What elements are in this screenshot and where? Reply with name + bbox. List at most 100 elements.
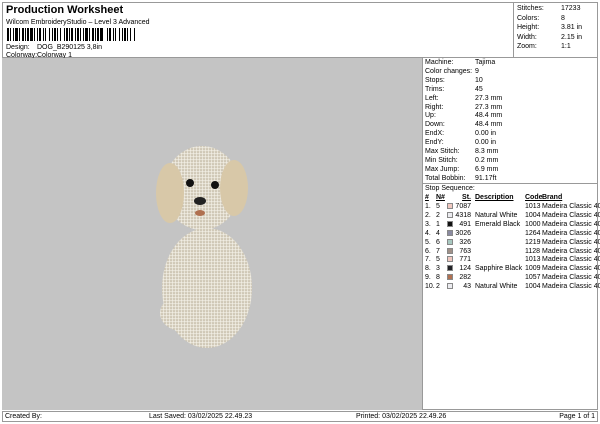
table-row: 9. 8 282 1057 Madeira Classic 40: [425, 274, 600, 283]
barcode-bar: [7, 28, 9, 41]
barcode-bar: [130, 28, 131, 41]
col-st: 43: [463, 283, 471, 291]
dog-embroidery-image: [156, 146, 252, 348]
page-title: Production Worksheet: [6, 4, 124, 16]
color-swatch: [447, 211, 453, 218]
col-st: 4318: [455, 211, 471, 219]
col-st: 3026: [455, 229, 471, 237]
property-value: 0.00 in: [475, 139, 497, 147]
col-st: St.: [462, 194, 471, 201]
barcode-bar: [89, 28, 90, 41]
table-row: 6. 7 763 1128 Madeira Classic 40: [425, 247, 600, 257]
property-row: Up: 48.4 mm: [425, 112, 502, 119]
properties-panel: Machine: Tajima Color changes: 9 Stops: 10 Tri…: [422, 58, 600, 410]
stat-row: Stitches: 17233: [517, 5, 597, 12]
property-label: Down:: [425, 121, 445, 129]
col-code: 1013: [525, 256, 541, 264]
last-saved: Last Saved: 03/02/2025 22.49.23: [149, 413, 253, 420]
col-num: 1.: [425, 203, 431, 210]
barcode-bar: [107, 28, 108, 41]
col-brand: Madeira Classic 40: [542, 229, 600, 237]
barcode-bar: [83, 28, 84, 41]
stop-sequence-title: Stop Sequence:: [425, 185, 475, 192]
col-brand: Madeira Classic 40: [542, 283, 600, 291]
property-value: 45: [475, 85, 483, 93]
color-swatch: [447, 283, 453, 290]
property-label: Max Stitch:: [425, 148, 460, 155]
col-code: 1004: [525, 283, 541, 291]
barcode-bar: [49, 28, 50, 41]
design-name: DOG_B290125 3,8in: [37, 44, 102, 51]
stat-value: 1:1: [561, 43, 571, 50]
barcode-bar: [25, 28, 26, 41]
property-row: Max Jump: 6.9 mm: [425, 166, 498, 173]
property-value: 8.3 mm: [475, 148, 499, 155]
barcode-bar: [97, 28, 99, 41]
barcode-bar: [19, 28, 20, 41]
barcode-bar: [92, 28, 94, 41]
property-value: 10: [475, 76, 483, 84]
barcode-bar: [80, 28, 81, 41]
col-st: 282: [459, 274, 471, 282]
col-st: 491: [459, 220, 471, 228]
table-row: 3. 1 491 Emerald Black 1000 Madeira Classic 4…: [425, 220, 600, 230]
property-label: Up:: [425, 112, 436, 120]
col-code: 1264: [525, 229, 541, 237]
property-label: Machine:: [425, 59, 454, 66]
col-n: 6: [436, 238, 440, 246]
barcode-bar: [66, 28, 68, 41]
table-row: 8. 3 124 Sapphire Black 1009 Madeira Classic …: [425, 265, 600, 274]
barcode-bar: [64, 28, 65, 41]
col-n: 8: [436, 274, 440, 282]
property-value: 6.9 mm: [475, 165, 499, 173]
col-num: 6.: [425, 247, 431, 255]
property-row: Machine: Tajima: [425, 59, 495, 66]
subtitle: Wilcom EmbroideryStudio – Level 3 Advanc…: [6, 19, 150, 26]
col-num: 2.: [425, 211, 431, 219]
stat-row: Colors: 8: [517, 15, 597, 22]
barcode-bar: [52, 28, 53, 41]
col-n: 4: [436, 229, 440, 237]
color-swatch: [447, 265, 453, 272]
printed: Printed: 03/02/2025 22.49.26: [356, 413, 447, 420]
col-code: 1009: [525, 265, 541, 273]
property-row: Down: 48.4 mm: [425, 121, 502, 128]
property-value: 9: [475, 67, 479, 75]
table-row: 7. 5 771 1013 Madeira Classic 40: [425, 256, 600, 265]
table-row: 4. 4 3026 1264 Madeira Classic 40: [425, 229, 600, 239]
col-desc: Natural White: [475, 211, 518, 219]
property-value: Tajima: [475, 59, 496, 66]
barcode-bar: [43, 28, 44, 41]
col-st: 763: [459, 247, 471, 255]
page-number: Page 1 of 1: [559, 413, 595, 420]
stat-label: Stitches:: [517, 5, 544, 12]
col-brand: Madeira Classic 40: [542, 256, 600, 264]
barcode-bar: [100, 28, 103, 41]
stop-sequence: Stop Sequence: # N# St. Description Code Bran…: [423, 183, 600, 290]
color-swatch: [447, 256, 453, 263]
property-label: Min Stitch:: [425, 156, 458, 164]
barcode-bar: [95, 28, 96, 41]
col-st: 124: [459, 265, 471, 273]
col-brand: Brand: [542, 194, 563, 201]
barcode-bar: [115, 28, 116, 41]
property-row: EndY: 0.00 in: [425, 139, 496, 146]
barcode-bar: [71, 28, 73, 41]
col-st: 326: [459, 238, 471, 246]
barcode-bar: [22, 28, 24, 41]
stat-row: Zoom: 1:1: [517, 43, 597, 50]
design-label: Design:: [6, 44, 30, 51]
barcode-bar: [13, 28, 14, 41]
table-header: # N# St. Description Code Brand: [425, 194, 597, 203]
table-row: 5. 6 326 1219 Madeira Classic 40: [425, 238, 600, 248]
barcode-bar: [113, 28, 114, 41]
header: Production Worksheet Wilcom EmbroiderySt…: [2, 2, 514, 59]
stat-value: 2.15 in: [561, 33, 583, 41]
col-desc: Natural White: [475, 283, 518, 291]
col-num: 5.: [425, 238, 431, 246]
color-swatch: [447, 203, 453, 209]
property-label: Max Jump:: [425, 165, 460, 173]
property-value: 48.4 mm: [475, 121, 503, 129]
col-num: 3.: [425, 220, 431, 228]
property-row: Right: 27.3 mm: [425, 104, 502, 111]
